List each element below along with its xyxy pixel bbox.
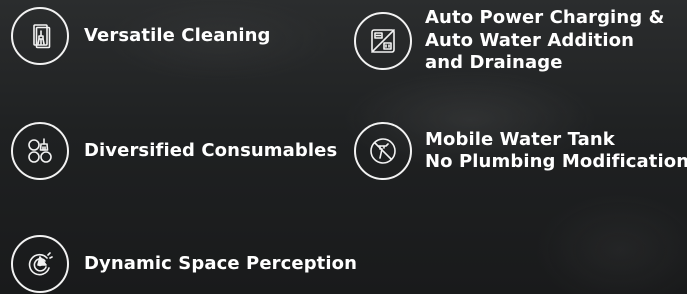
feature-dynamic-space-perception: Dynamic Space Perception [11, 235, 357, 293]
charging-station-icon [354, 11, 412, 70]
cleaning-tool-icon [11, 7, 69, 65]
feature-label: Mobile Water Tank No Plumbing Modificati… [425, 128, 687, 173]
feature-diversified-consumables: Diversified Consumables [11, 122, 337, 180]
feature-label: Dynamic Space Perception [84, 252, 358, 274]
feature-versatile-cleaning: Versatile Cleaning [11, 7, 271, 65]
feature-label: Versatile Cleaning [84, 24, 271, 46]
space-perception-icon [11, 235, 69, 293]
feature-label: Auto Power Charging & Auto Water Additio… [425, 7, 665, 73]
consumables-icon [11, 122, 69, 180]
feature-auto-charging: Auto Power Charging & Auto Water Additio… [354, 7, 664, 75]
no-plumbing-icon [354, 122, 412, 180]
feature-mobile-water-tank: Mobile Water Tank No Plumbing Modificati… [354, 122, 687, 180]
feature-label: Diversified Consumables [84, 139, 338, 161]
